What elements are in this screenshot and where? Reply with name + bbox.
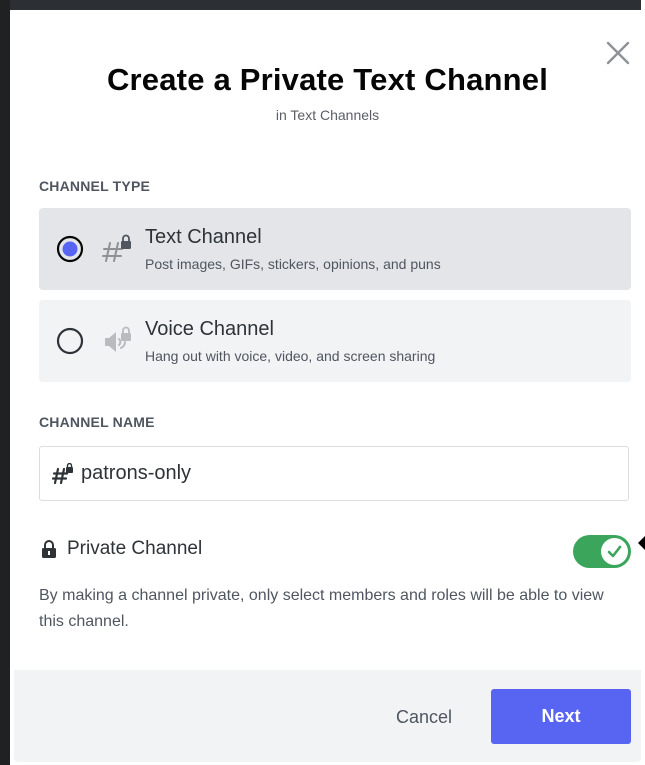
channel-name-input[interactable] (81, 447, 611, 500)
private-channel-description: By making a channel private, only select… (39, 587, 604, 630)
modal-subtitle: in Text Channels (275, 107, 380, 123)
private-channel-toggle[interactable] (573, 535, 631, 568)
text-channel-locked-icon (102, 234, 131, 262)
modal-footer: Cancel Next (14, 670, 641, 762)
cancel-button[interactable]: Cancel (379, 698, 469, 736)
lock-icon (42, 540, 56, 558)
private-channel-row: Private Channel (39, 535, 631, 568)
checkmark-icon (607, 545, 622, 558)
channel-type-option-text[interactable]: Text Channel Post images, GIFs, stickers… (39, 208, 631, 290)
hash-locked-icon (52, 463, 73, 485)
channel-name-field[interactable] (39, 446, 629, 501)
window-edge-left (0, 0, 10, 765)
channel-type-description: Post images, GIFs, stickers, opinions, a… (145, 256, 441, 272)
channel-type-description: Hang out with voice, video, and screen s… (145, 348, 436, 364)
channel-type-name: Text Channel (145, 226, 262, 248)
modal-title: Create a Private Text Channel (106, 62, 549, 97)
radio-unselected-icon[interactable] (56, 327, 84, 355)
private-channel-label: Private Channel (67, 538, 203, 559)
toggle-knob (601, 538, 628, 565)
channel-type-name: Voice Channel (145, 318, 274, 340)
radio-selected-icon[interactable] (56, 235, 84, 263)
channel-type-label: CHANNEL TYPE (39, 178, 151, 194)
voice-channel-locked-icon (105, 326, 131, 352)
cursor-pointer-arrow (638, 536, 645, 550)
window-edge-top (10, 0, 641, 10)
next-button[interactable]: Next (491, 689, 631, 744)
channel-name-label: CHANNEL NAME (39, 414, 155, 430)
create-channel-modal: Create a Private Text Channel in Text Ch… (14, 10, 641, 762)
channel-type-option-voice[interactable]: Voice Channel Hang out with voice, video… (39, 300, 631, 382)
